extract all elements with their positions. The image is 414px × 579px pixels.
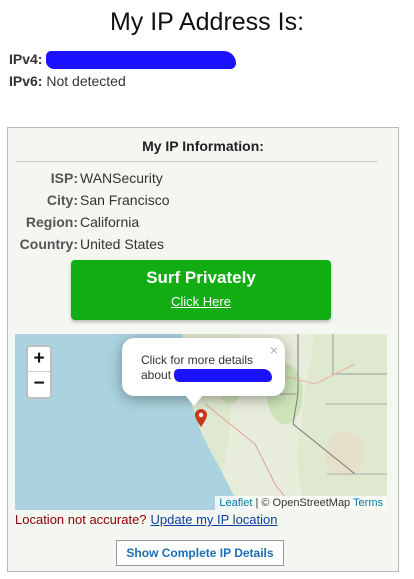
update-ip-location-link[interactable]: Update my IP location: [151, 512, 278, 527]
popup-redaction: [174, 369, 273, 383]
zoom-control: + −: [26, 345, 52, 399]
zoom-out-button[interactable]: −: [28, 372, 50, 397]
show-complete-details-button[interactable]: Show Complete IP Details: [116, 540, 284, 566]
ipv6-value: Not detected: [46, 73, 126, 89]
location-marker-icon[interactable]: [195, 409, 207, 427]
region-value: California: [80, 214, 140, 230]
page-title: My IP Address Is:: [109, 8, 305, 36]
location-popup[interactable]: × Click for more details about: [122, 338, 285, 396]
location-map[interactable]: + − × Click for more details about Leafl…: [15, 334, 387, 510]
ipv4-redaction: [46, 51, 237, 70]
terms-link[interactable]: Terms: [353, 497, 383, 509]
country-label: Country:: [19, 236, 78, 252]
location-accuracy: Location not accurate? Update my IP locat…: [15, 512, 278, 527]
country-value: United States: [80, 236, 165, 252]
ipv4-line: IPv4:: [9, 51, 237, 70]
leaflet-link[interactable]: Leaflet: [219, 497, 252, 509]
city-label: City:: [46, 192, 78, 208]
popup-text: Click for more details about: [141, 353, 285, 383]
panel-title: My IP Information:: [142, 138, 264, 154]
city-value: San Francisco: [80, 192, 170, 208]
ipv4-label: IPv4:: [9, 51, 43, 67]
ipv6-label: IPv6:: [9, 73, 43, 89]
panel-divider: [16, 161, 378, 162]
surf-privately-button[interactable]: Surf Privately Click Here: [71, 260, 331, 320]
region-label: Region:: [25, 214, 78, 230]
map-attribution: Leaflet | © OpenStreetMap Terms: [215, 496, 387, 510]
ipv6-line: IPv6: Not detected: [9, 73, 126, 89]
ip-information-panel: My IP Information: ISP: WANSecurity City…: [7, 127, 399, 572]
surf-privately-title: Surf Privately: [146, 268, 256, 287]
isp-label: ISP:: [50, 170, 78, 186]
zoom-in-button[interactable]: +: [28, 347, 50, 372]
location-question: Location not accurate?: [15, 512, 147, 527]
isp-value: WANSecurity: [80, 170, 163, 186]
osm-attribution: | © OpenStreetMap: [252, 497, 354, 509]
surf-click-here-link[interactable]: Click Here: [71, 294, 331, 309]
popup-tip: [185, 395, 203, 406]
